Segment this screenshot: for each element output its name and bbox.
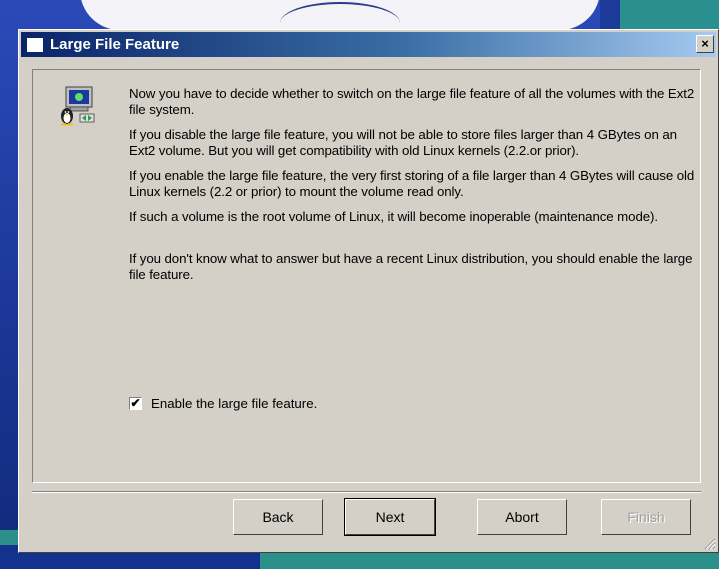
window-title: Large File Feature [50, 36, 180, 53]
paragraph-root-volume: If such a volume is the root volume of L… [129, 209, 658, 224]
large-file-checkbox-label[interactable]: Enable the large file feature. [151, 396, 317, 411]
penguin-computer-icon [61, 86, 95, 126]
close-button[interactable]: × [696, 35, 714, 53]
paragraph-enable: If you enable the large file feature, th… [129, 168, 695, 199]
back-button[interactable]: Back [233, 499, 323, 535]
finish-button: Finish [601, 499, 691, 535]
resize-grip-icon[interactable] [702, 536, 716, 550]
abort-button[interactable]: Abort [477, 499, 567, 535]
desktop-wallpaper-teal [620, 0, 719, 30]
dialog-window: Large File Feature × Now you have to dec… [18, 29, 719, 553]
title-bar[interactable]: Large File Feature × [21, 32, 716, 57]
large-file-checkbox-row[interactable]: ✔ Enable the large file feature. [129, 396, 317, 411]
next-button[interactable]: Next [344, 498, 436, 536]
window-icon [26, 36, 44, 53]
description-text: Now you have to decide whether to switch… [129, 86, 699, 292]
paragraph-disable: If you disable the large file feature, y… [129, 127, 677, 158]
content-panel: Now you have to decide whether to switch… [32, 69, 701, 483]
button-separator [32, 491, 701, 493]
paragraph-intro: Now you have to decide whether to switch… [129, 86, 695, 117]
large-file-checkbox[interactable]: ✔ [129, 397, 142, 410]
paragraph-recommendation: If you don't know what to answer but hav… [129, 251, 693, 282]
